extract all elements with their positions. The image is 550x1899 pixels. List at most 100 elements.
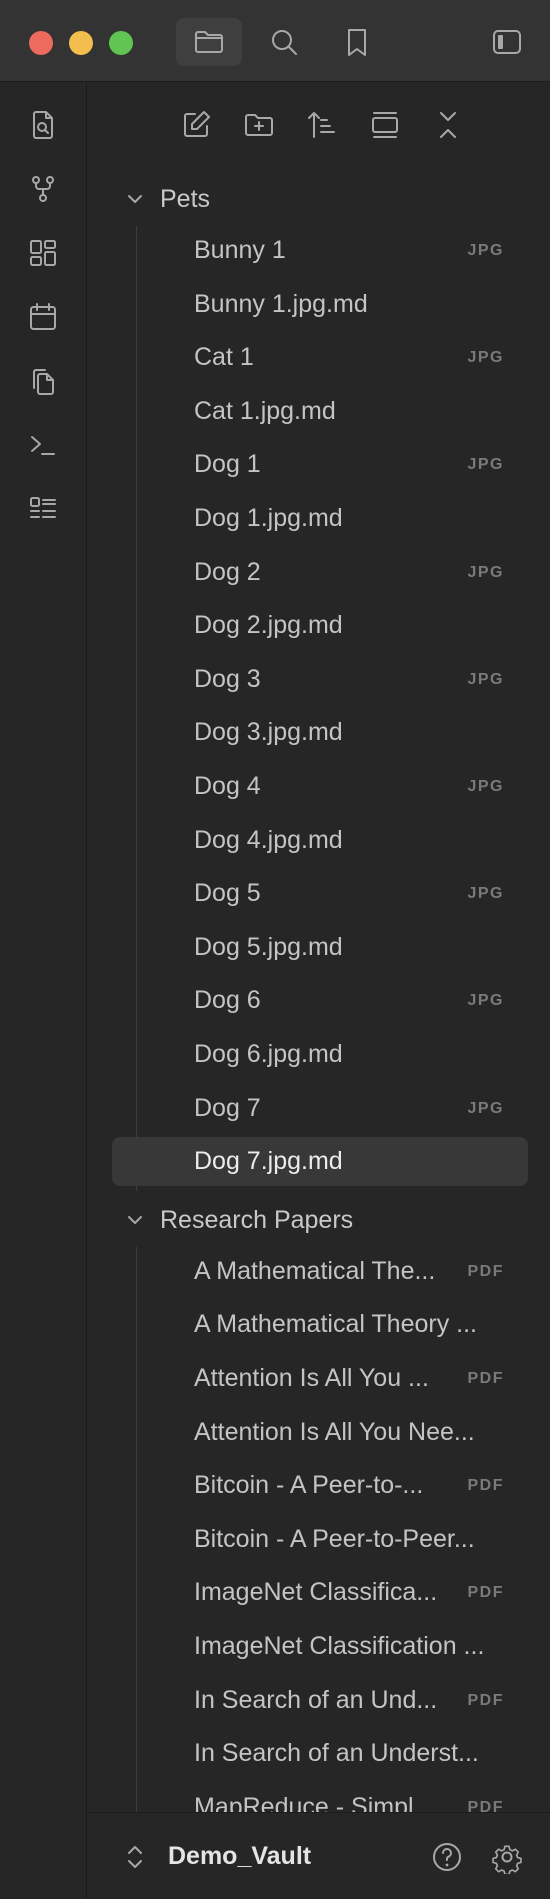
file-extension-badge: JPG [467,456,504,474]
collapse-all-button[interactable] [425,102,471,148]
file-name: Dog 3 [194,664,261,693]
new-folder-button[interactable] [236,102,282,148]
search-tab-button[interactable] [251,18,317,66]
file-extension-badge: PDF [467,1691,504,1709]
folder-row[interactable]: Research Papers [88,1197,550,1243]
file-item[interactable]: Attention Is All You Nee... [112,1408,528,1457]
file-item[interactable]: Dog 2 JPG [112,548,528,597]
canvas-button[interactable] [22,232,64,274]
file-name: Dog 4 [194,772,261,800]
sidebar-toggle-button[interactable] [474,18,540,66]
file-item[interactable]: A Mathematical The... PDF [112,1247,528,1296]
file-extension-badge: PDF [467,1370,504,1387]
file-item[interactable]: ImageNet Classification ... [112,1622,528,1671]
search-icon [272,30,297,55]
chevrons-down-up-icon [440,112,456,138]
file-item[interactable]: A Mathematical Theory ... [112,1300,528,1349]
file-item[interactable]: Dog 2.jpg.md [112,601,528,650]
chevron-down-icon [128,1215,142,1224]
change-sort-order-button[interactable] [299,102,345,148]
file-extension-badge: JPG [467,778,504,795]
file-name: Dog 1 [194,450,261,479]
file-name: Bunny 1.jpg.md [194,289,368,318]
graph-view-button[interactable] [22,168,64,210]
close-window-button[interactable] [29,31,53,55]
file-extension-badge: PDF [467,1477,504,1495]
help-icon[interactable] [430,1840,464,1874]
file-name: Dog 4.jpg.md [194,825,343,854]
file-item[interactable]: Bunny 1.jpg.md [112,280,528,329]
file-item[interactable]: Dog 3.jpg.md [112,708,528,757]
file-item[interactable]: Dog 7.jpg.md [112,1137,528,1187]
file-item[interactable]: Dog 4.jpg.md [112,816,528,865]
settings-icon[interactable] [490,1840,524,1874]
outline-button[interactable] [22,488,64,530]
folder-name: Pets [160,185,211,213]
explorer-nav-actions [88,102,550,148]
folder-row[interactable]: Pets [88,176,550,222]
file-name: Dog 5.jpg.md [194,932,343,961]
file-search-icon [33,111,53,139]
file-item[interactable]: ImageNet Classifica... PDF [112,1568,528,1617]
file-item[interactable]: Bitcoin - A Peer-to-... PDF [112,1461,528,1510]
file-name: In Search of an Und... [194,1685,438,1714]
file-extension-badge: JPG [467,992,504,1010]
calendar-icon [30,303,56,330]
file-item[interactable]: Dog 6 JPG [112,976,528,1025]
command-palette-button[interactable] [22,424,64,466]
file-name: Bunny 1 [194,236,286,264]
file-item[interactable]: Cat 1.jpg.md [112,387,528,436]
file-item[interactable]: Cat 1 JPG [112,333,528,382]
new-note-button[interactable] [173,102,219,148]
file-item[interactable]: Dog 6.jpg.md [112,1030,528,1079]
file-extension-badge: PDF [467,1262,504,1280]
file-item[interactable]: Dog 4 JPG [112,762,528,811]
file-item[interactable]: Bitcoin - A Peer-to-Peer... [112,1515,528,1564]
file-item[interactable]: Attention Is All You ... PDF [112,1354,528,1403]
file-item[interactable]: Dog 7 JPG [112,1084,528,1133]
file-name: Attention Is All You Nee... [194,1417,475,1446]
quick-switcher-button[interactable] [22,104,64,146]
file-name: Dog 6 [194,986,261,1015]
auto-reveal-button[interactable] [362,102,408,148]
vault-switcher-icon[interactable] [124,1843,146,1871]
layout-dashboard-icon [30,240,56,266]
file-name: Dog 2.jpg.md [194,611,343,640]
list-checks-icon [30,497,56,518]
bookmark-icon [348,29,366,56]
file-name: MapReduce - Simpl... [194,1792,435,1812]
chevron-down-icon [128,195,142,203]
file-name: Dog 6.jpg.md [194,1040,343,1068]
vault-name[interactable]: Demo_Vault [168,1813,311,1899]
bookmarks-tab-button[interactable] [324,18,390,66]
folder-name: Research Papers [160,1205,354,1234]
templates-button[interactable] [22,360,64,402]
file-extension-badge: PDF [467,1584,504,1602]
terminal-icon [31,436,55,455]
file-extension-badge: JPG [467,242,504,259]
vault-footer: Demo_Vault [88,1812,550,1898]
zoom-window-button[interactable] [109,31,133,55]
file-name: Dog 1.jpg.md [194,504,343,532]
git-fork-icon [32,176,54,202]
minimize-window-button[interactable] [69,31,93,55]
file-name: Dog 2 [194,557,261,586]
daily-note-button[interactable] [22,296,64,338]
file-item[interactable]: Dog 3 JPG [112,655,528,704]
file-item[interactable]: Dog 5 JPG [112,869,528,918]
file-item[interactable]: Bunny 1 JPG [112,226,528,275]
file-item[interactable]: Dog 5.jpg.md [112,923,528,972]
file-name: In Search of an Underst... [194,1739,479,1768]
file-extension-badge: JPG [467,670,504,688]
gallery-vertical-icon [372,112,398,138]
file-item[interactable]: In Search of an Underst... [112,1729,528,1778]
file-name: ImageNet Classifica... [194,1578,438,1607]
file-name: ImageNet Classification ... [194,1632,485,1660]
files-tab-button[interactable] [176,18,242,66]
file-item[interactable]: In Search of an Und... PDF [112,1676,528,1725]
file-name: Dog 7.jpg.md [194,1147,343,1176]
file-item[interactable]: Dog 1.jpg.md [112,494,528,543]
file-item[interactable]: Dog 1 JPG [112,440,528,489]
file-item[interactable]: MapReduce - Simpl... PDF [112,1783,528,1812]
sort-ascending-icon [308,112,335,138]
